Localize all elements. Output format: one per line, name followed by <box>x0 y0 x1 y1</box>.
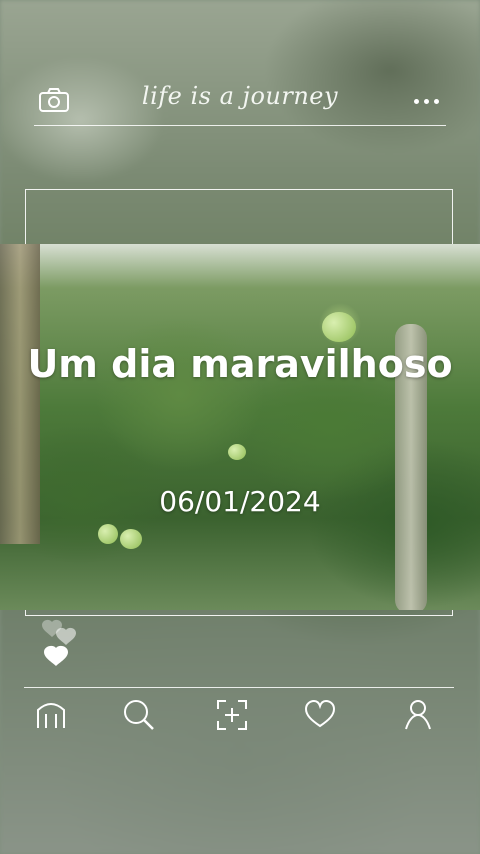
fruit <box>228 444 246 460</box>
brand-title: life is a journey <box>141 82 339 110</box>
bottom-nav <box>0 698 480 738</box>
fruit <box>120 529 142 549</box>
profile-icon[interactable] <box>401 698 435 732</box>
bottom-divider <box>24 687 454 688</box>
fruit <box>98 524 118 544</box>
top-divider <box>34 125 446 126</box>
heart-outline-icon[interactable] <box>303 698 337 732</box>
more-dots-icon[interactable] <box>414 99 440 105</box>
home-icon[interactable] <box>34 698 68 732</box>
heart-icon <box>44 645 68 666</box>
top-bar: life is a journey <box>0 70 480 130</box>
photo <box>0 244 480 610</box>
add-square-icon[interactable] <box>215 698 249 732</box>
search-icon[interactable] <box>122 698 156 732</box>
reaction-hearts[interactable] <box>38 612 86 672</box>
post-headline: Um dia maravilhoso <box>0 338 480 391</box>
heart-icon <box>56 627 76 645</box>
post-date: 06/01/2024 <box>159 485 321 518</box>
headline-text: Um dia maravilhoso <box>27 342 453 386</box>
